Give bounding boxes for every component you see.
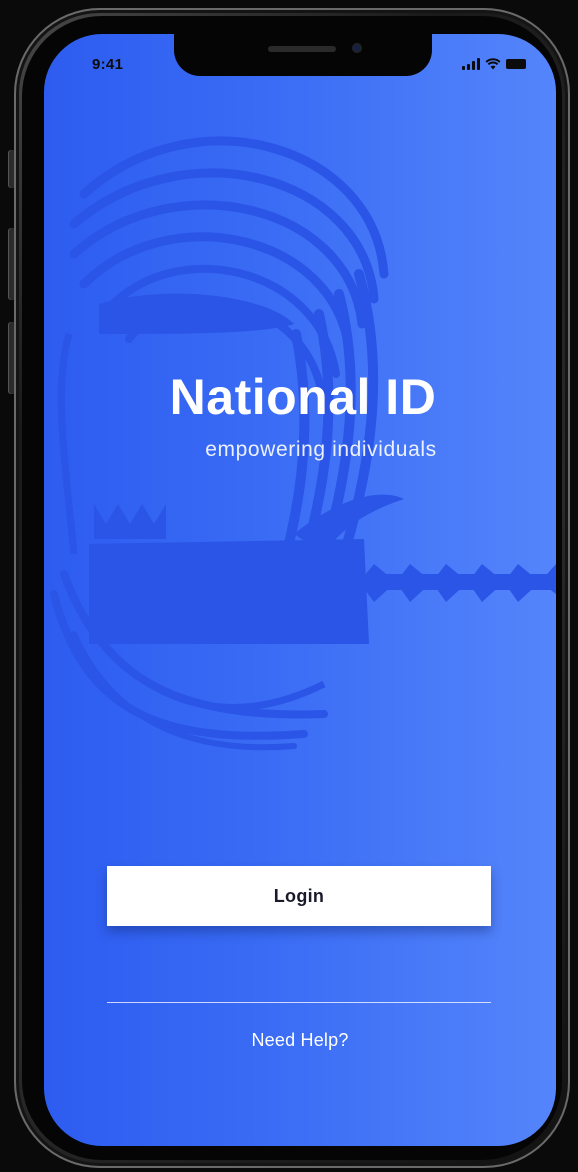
status-time: 9:41 [92,56,124,73]
device-mockup: 9:41 National ID empowering individuals … [0,0,578,1172]
bird-of-paradise-emblem-icon [50,136,556,751]
signal-icon [462,58,480,70]
divider [107,1002,491,1003]
app-screen: 9:41 National ID empowering individuals … [44,34,556,1146]
battery-icon [506,59,526,69]
device-notch [174,34,432,76]
need-help-link[interactable]: Need Help? [44,1030,556,1051]
app-tagline: empowering individuals [205,438,437,461]
speaker-grille [268,46,336,52]
app-title: National ID [169,369,437,425]
status-icons [462,56,526,70]
login-button[interactable]: Login [107,866,491,926]
wifi-icon [485,58,501,70]
front-camera [352,43,362,53]
